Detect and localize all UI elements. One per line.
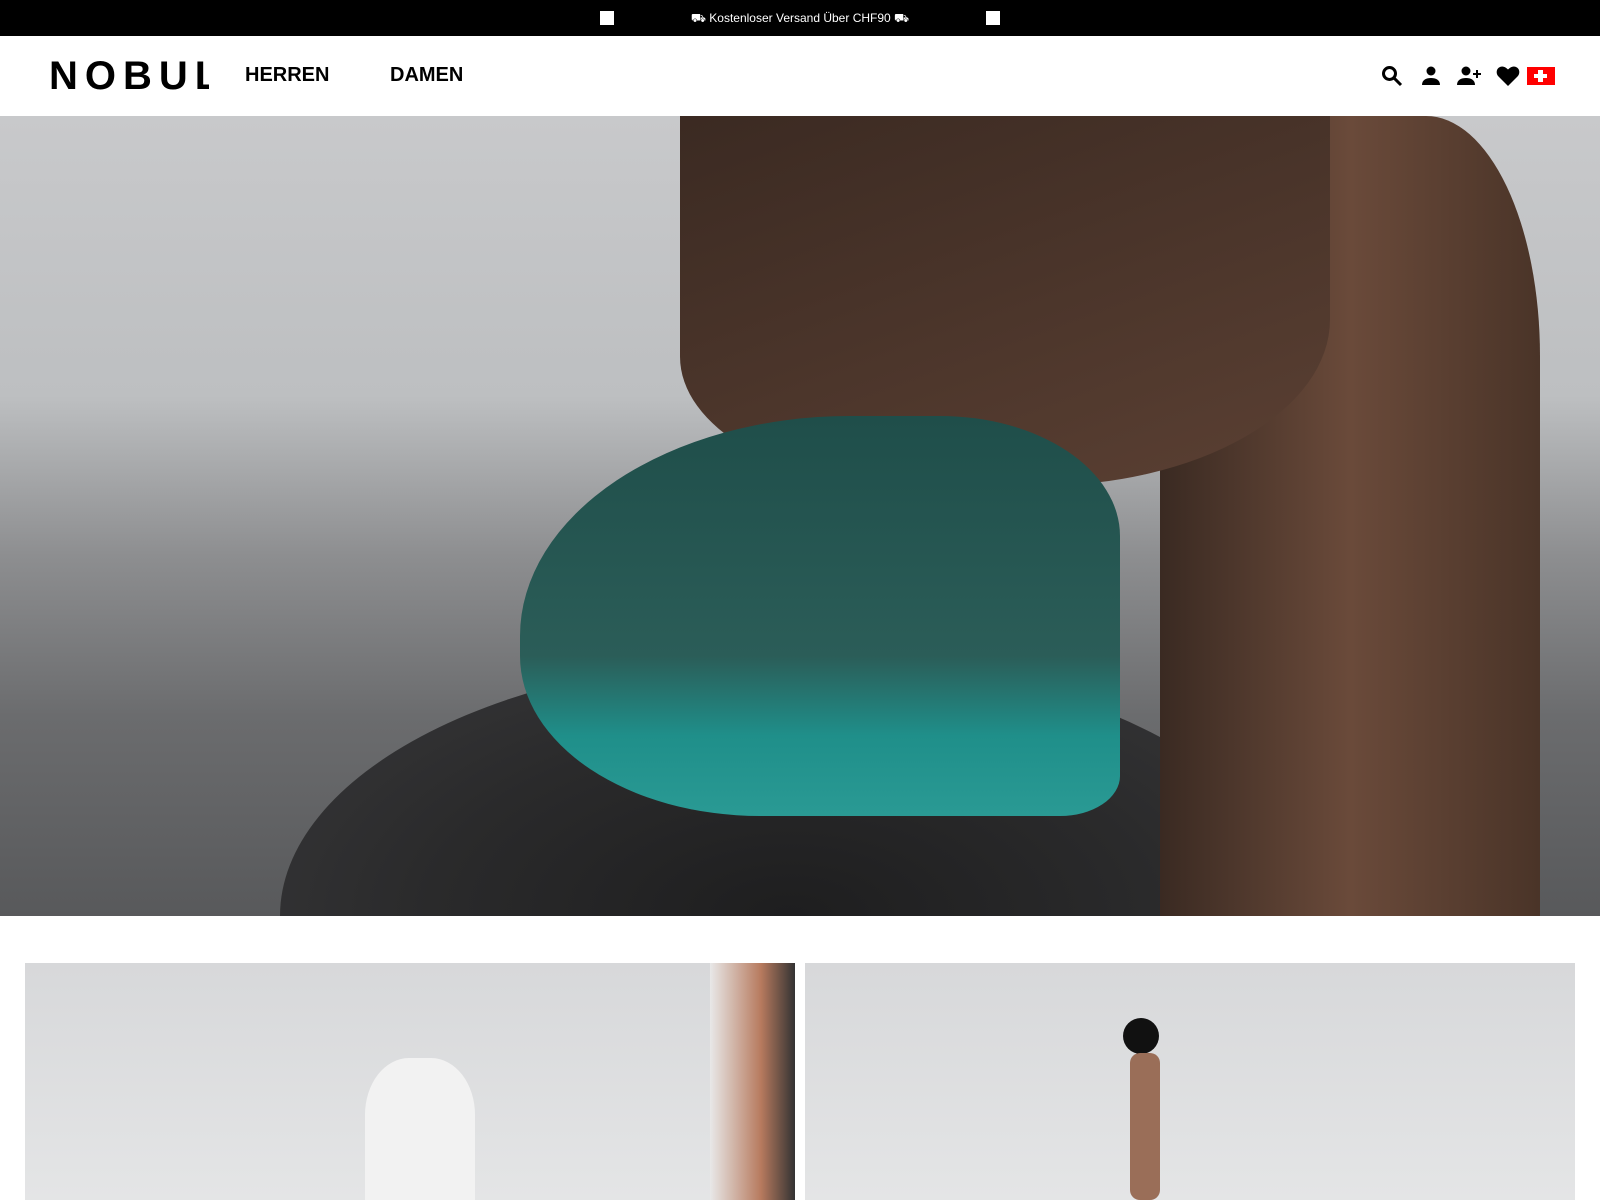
nav-damen[interactable]: DAMEN: [390, 64, 463, 87]
model-women: [1130, 1053, 1160, 1200]
announcement-bar: ⛟ Kostenloser Versand Über CHF90 ⛟: [0, 0, 1600, 36]
nav-herren[interactable]: HERREN: [245, 64, 329, 87]
user-icon[interactable]: [1419, 64, 1443, 88]
category-card-herren[interactable]: [25, 963, 795, 1200]
window: [710, 963, 795, 1200]
category-card-damen[interactable]: [805, 963, 1575, 1200]
hero-image[interactable]: [0, 116, 1600, 916]
swiss-flag-icon[interactable]: [1527, 67, 1555, 85]
site-header: NOBULL HERREN DAMEN: [0, 36, 1600, 116]
add-user-icon[interactable]: [1457, 64, 1481, 88]
heart-icon[interactable]: [1496, 64, 1520, 88]
kettlebell: [1123, 1018, 1159, 1054]
search-icon[interactable]: [1380, 64, 1404, 88]
shoe: [520, 416, 1120, 816]
carousel-next-button[interactable]: [986, 11, 1000, 25]
logo[interactable]: NOBULL: [49, 56, 209, 96]
model-men: [365, 1058, 475, 1200]
promo-text: ⛟ Kostenloser Versand Über CHF90 ⛟: [690, 11, 910, 25]
